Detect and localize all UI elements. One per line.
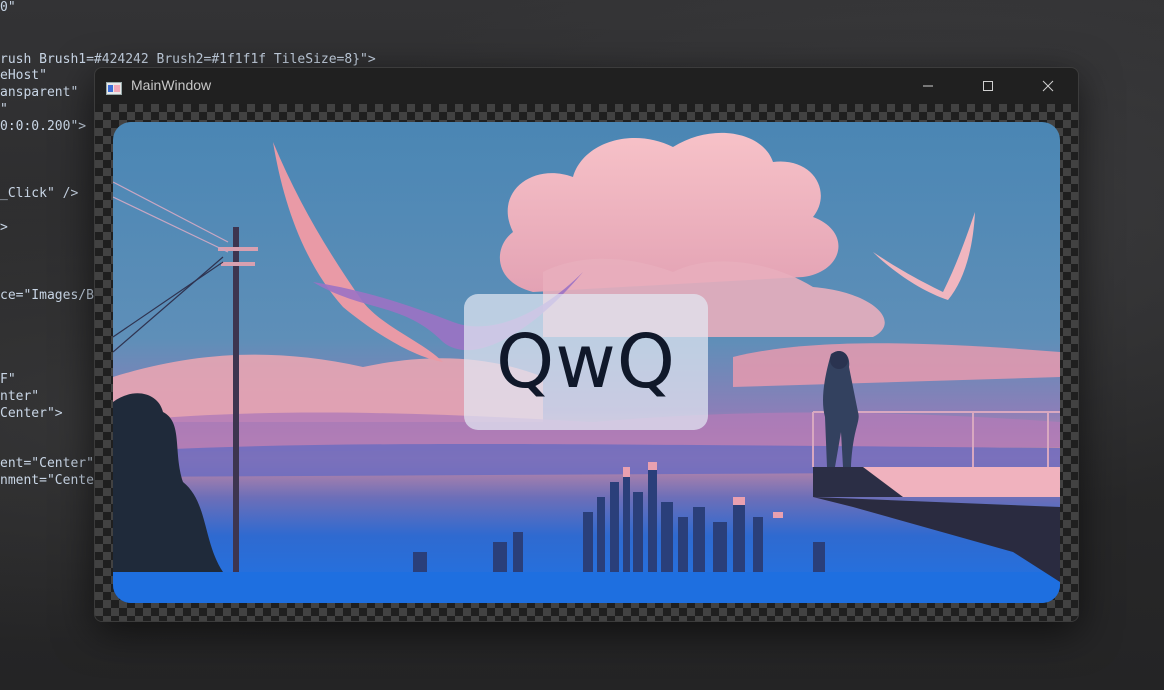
code-line: nter" xyxy=(0,389,40,404)
code-line: ent="Center" xyxy=(0,456,94,471)
window-title: MainWindow xyxy=(131,77,212,93)
title-bar[interactable]: MainWindow xyxy=(95,68,1078,104)
code-line: nment="Cente xyxy=(0,473,94,488)
code-line: Center"> xyxy=(0,406,63,421)
code-line: " xyxy=(0,102,8,117)
qwq-card[interactable]: QwQ xyxy=(464,294,708,430)
checkerboard-background: QwQ xyxy=(95,104,1078,621)
code-line: ansparent" xyxy=(0,85,79,100)
code-line: 0" xyxy=(0,0,16,15)
code-line: _Click" /> xyxy=(0,186,79,201)
qwq-label: QwQ xyxy=(495,319,676,405)
code-line: F" xyxy=(0,372,16,387)
background-image: QwQ xyxy=(113,122,1060,603)
app-icon xyxy=(106,80,122,95)
code-editor-pane: 0" eHost" ansparent" " 0:0:0.200"> _Clic… xyxy=(0,0,100,690)
code-line: ce="Images/B xyxy=(0,288,94,303)
minimize-icon xyxy=(922,77,934,96)
code-line-brush: rush Brush1=#424242 Brush2=#1f1f1f TileS… xyxy=(0,52,376,67)
minimize-button[interactable] xyxy=(898,68,958,104)
close-button[interactable] xyxy=(1018,68,1078,104)
code-line: > xyxy=(0,220,8,235)
code-line: 0:0:0.200"> xyxy=(0,119,87,134)
main-window[interactable]: MainWindow QwQ xyxy=(94,67,1079,622)
maximize-button[interactable] xyxy=(958,68,1018,104)
maximize-icon xyxy=(982,77,994,96)
code-line: eHost" xyxy=(0,68,47,83)
close-icon xyxy=(1042,77,1054,96)
